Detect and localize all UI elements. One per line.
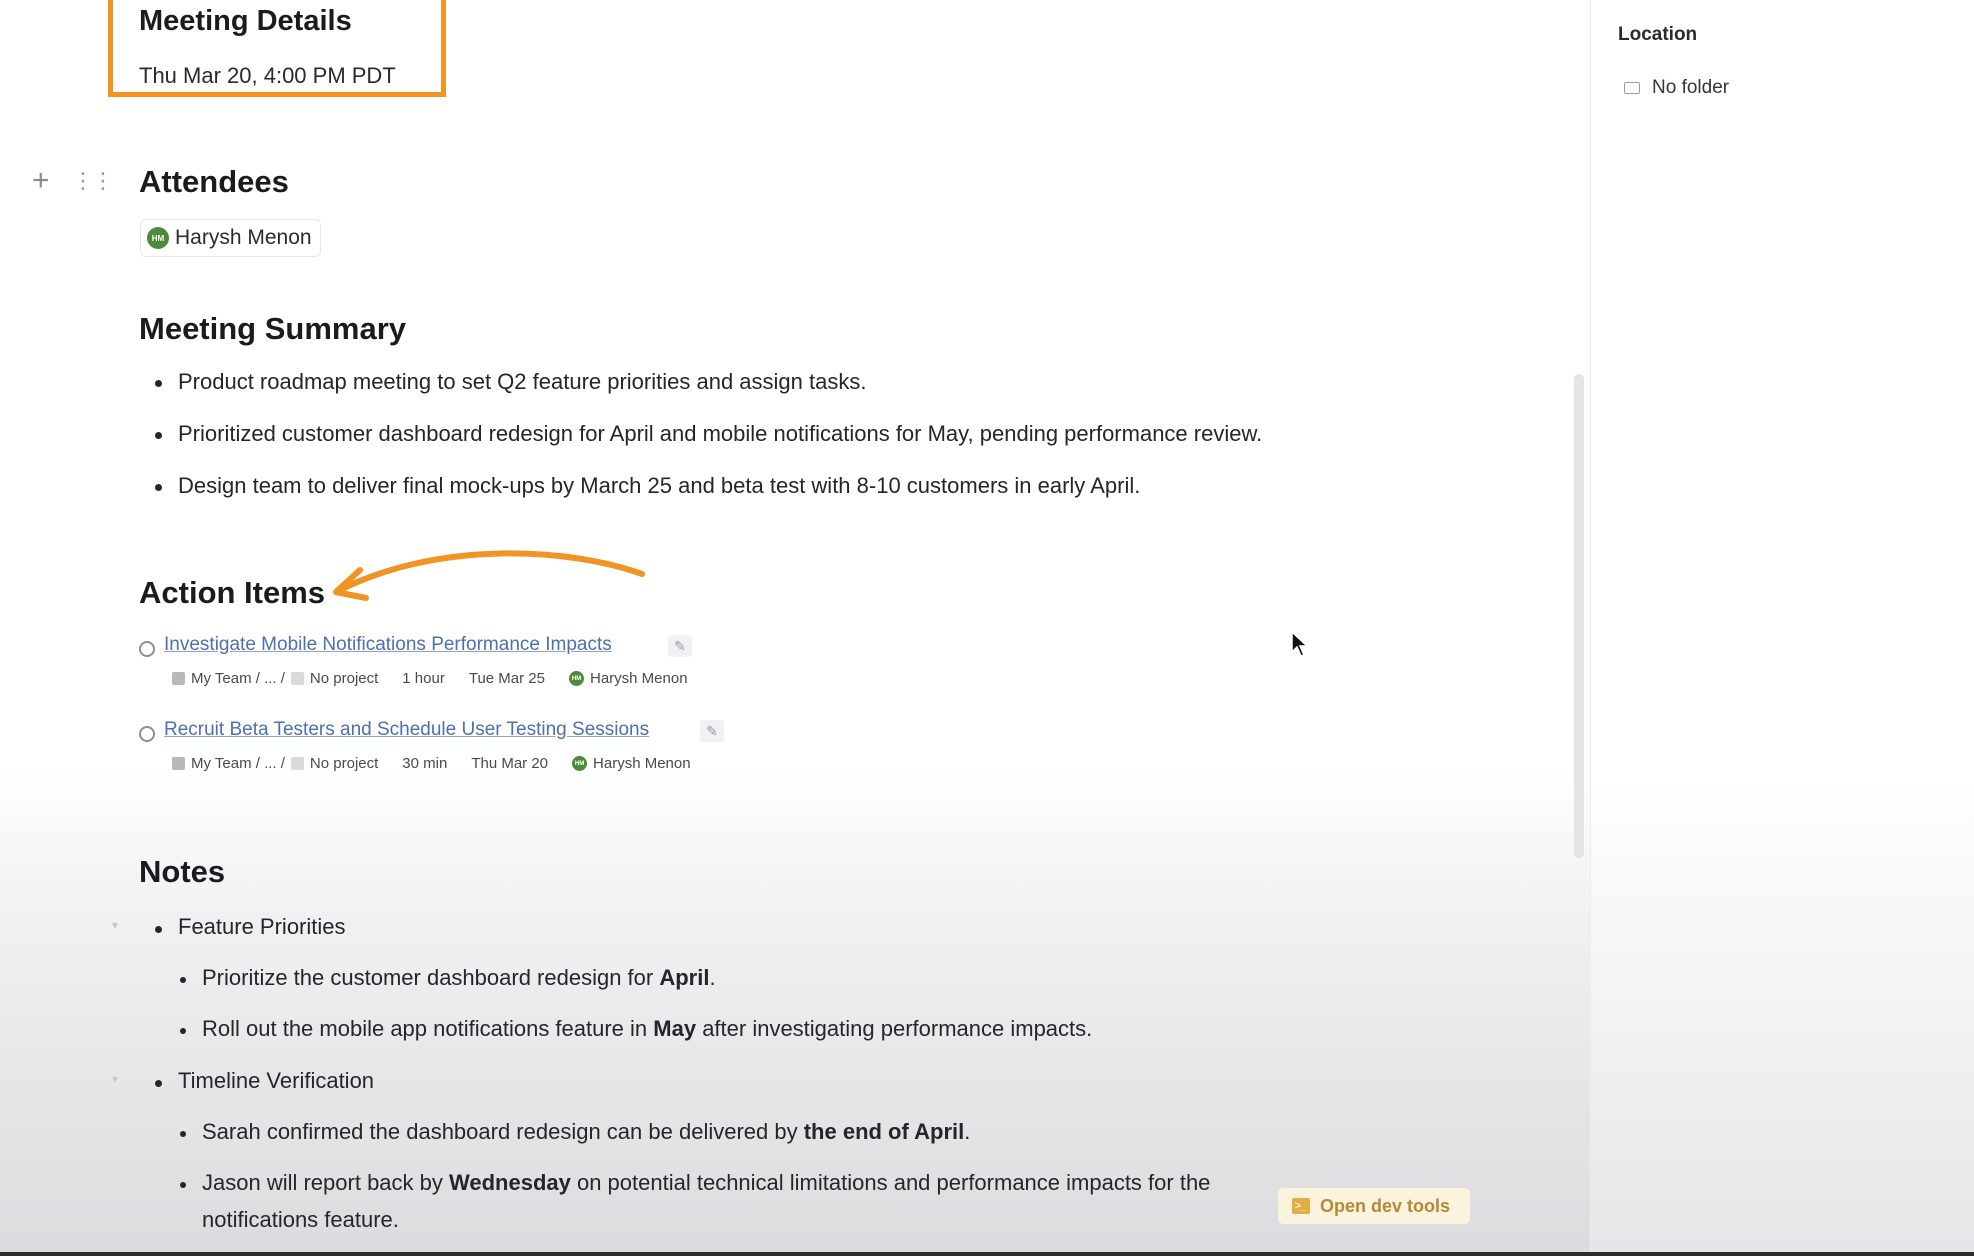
task-meta: My Team / ... / No project 1 hour Tue Ma… bbox=[172, 670, 712, 687]
notes-group-label: Timeline Verification bbox=[178, 1068, 375, 1093]
meeting-datetime: Thu Mar 20, 4:00 PM PDT bbox=[139, 63, 396, 88]
bullet-dot bbox=[155, 380, 162, 387]
avatar: HM bbox=[147, 227, 169, 249]
task-checkbox[interactable] bbox=[139, 726, 155, 742]
list-item-continuation: notifications feature. bbox=[202, 1207, 399, 1232]
annotation-arrow bbox=[333, 550, 645, 601]
cursor-icon bbox=[1291, 630, 1309, 657]
location-label: Location bbox=[1618, 24, 1698, 45]
task-assignee[interactable]: HM Harysh Menon bbox=[572, 755, 691, 772]
attendee-name: Harysh Menon bbox=[175, 226, 312, 249]
attendee-chip[interactable]: HM Harysh Menon bbox=[140, 219, 321, 257]
task-meta: My Team / ... / No project 30 min Thu Ma… bbox=[172, 755, 715, 772]
task-duration[interactable]: 30 min bbox=[402, 755, 447, 772]
action-items-heading: Action Items bbox=[139, 575, 326, 610]
edit-icon[interactable]: ✎ bbox=[700, 720, 724, 742]
task-due-date[interactable]: Tue Mar 25 bbox=[469, 670, 545, 687]
task-due-date[interactable]: Thu Mar 20 bbox=[471, 755, 548, 772]
notes-group-label: Feature Priorities bbox=[178, 914, 346, 939]
open-dev-tools-button[interactable]: >_ Open dev tools bbox=[1278, 1188, 1470, 1224]
edit-icon[interactable]: ✎ bbox=[668, 635, 692, 657]
task-checkbox[interactable] bbox=[139, 641, 155, 657]
scrollbar[interactable] bbox=[1574, 374, 1584, 858]
list-item: Jason will report back by Wednesday on p… bbox=[202, 1170, 1211, 1195]
task-team[interactable]: My Team / ... / bbox=[172, 755, 285, 772]
list-item: Prioritize the customer dashboard redesi… bbox=[202, 965, 716, 990]
task-duration[interactable]: 1 hour bbox=[402, 670, 445, 687]
bullet-dot bbox=[180, 977, 186, 983]
right-panel bbox=[1590, 0, 1974, 1252]
task-project[interactable]: No project bbox=[290, 670, 378, 687]
devtools-label: Open dev tools bbox=[1320, 1195, 1451, 1216]
bullet-dot bbox=[180, 1028, 186, 1034]
folder-icon bbox=[1624, 82, 1640, 94]
bullet-dot bbox=[155, 926, 162, 933]
terminal-icon: >_ bbox=[1292, 1198, 1310, 1214]
bullet-dot bbox=[180, 1131, 186, 1137]
task-assignee[interactable]: HM Harysh Menon bbox=[569, 670, 688, 687]
task-team[interactable]: My Team / ... / bbox=[172, 670, 285, 687]
plus-icon[interactable]: + bbox=[32, 166, 50, 196]
folder-name: No folder bbox=[1652, 77, 1730, 98]
cube-icon bbox=[172, 672, 185, 685]
collapse-caret-icon[interactable]: ▾ bbox=[112, 1072, 118, 1086]
bullet-dot bbox=[155, 432, 162, 439]
task-project[interactable]: No project bbox=[290, 755, 378, 772]
window-bottom-border bbox=[0, 1252, 1974, 1256]
avatar: HM bbox=[569, 671, 584, 686]
attendees-heading: Attendees bbox=[139, 164, 289, 199]
bullet-dot bbox=[155, 1080, 162, 1087]
bullet-dot bbox=[155, 484, 162, 491]
avatar: HM bbox=[572, 756, 588, 771]
collapse-caret-icon[interactable]: ▾ bbox=[112, 918, 118, 932]
bullet-dot bbox=[180, 1182, 186, 1188]
summary-heading: Meeting Summary bbox=[139, 311, 407, 346]
folder-selector[interactable]: No folder bbox=[1624, 77, 1729, 99]
cube-icon bbox=[290, 757, 304, 770]
task-link[interactable]: Recruit Beta Testers and Schedule User T… bbox=[164, 719, 649, 741]
list-item: Prioritized customer dashboard redesign … bbox=[178, 421, 1263, 446]
list-item: Product roadmap meeting to set Q2 featur… bbox=[178, 369, 867, 394]
page-title: Meeting Details bbox=[139, 5, 352, 37]
drag-handle-icon[interactable]: ⋮⋮ bbox=[72, 170, 114, 192]
list-item: Roll out the mobile app notifications fe… bbox=[202, 1016, 1093, 1041]
list-item: Design team to deliver final mock-ups by… bbox=[178, 473, 1141, 498]
task-link[interactable]: Investigate Mobile Notifications Perform… bbox=[164, 634, 612, 656]
notes-heading: Notes bbox=[139, 854, 226, 889]
cube-icon bbox=[172, 757, 185, 770]
cube-icon bbox=[290, 672, 304, 685]
list-item: Sarah confirmed the dashboard redesign c… bbox=[202, 1119, 971, 1144]
